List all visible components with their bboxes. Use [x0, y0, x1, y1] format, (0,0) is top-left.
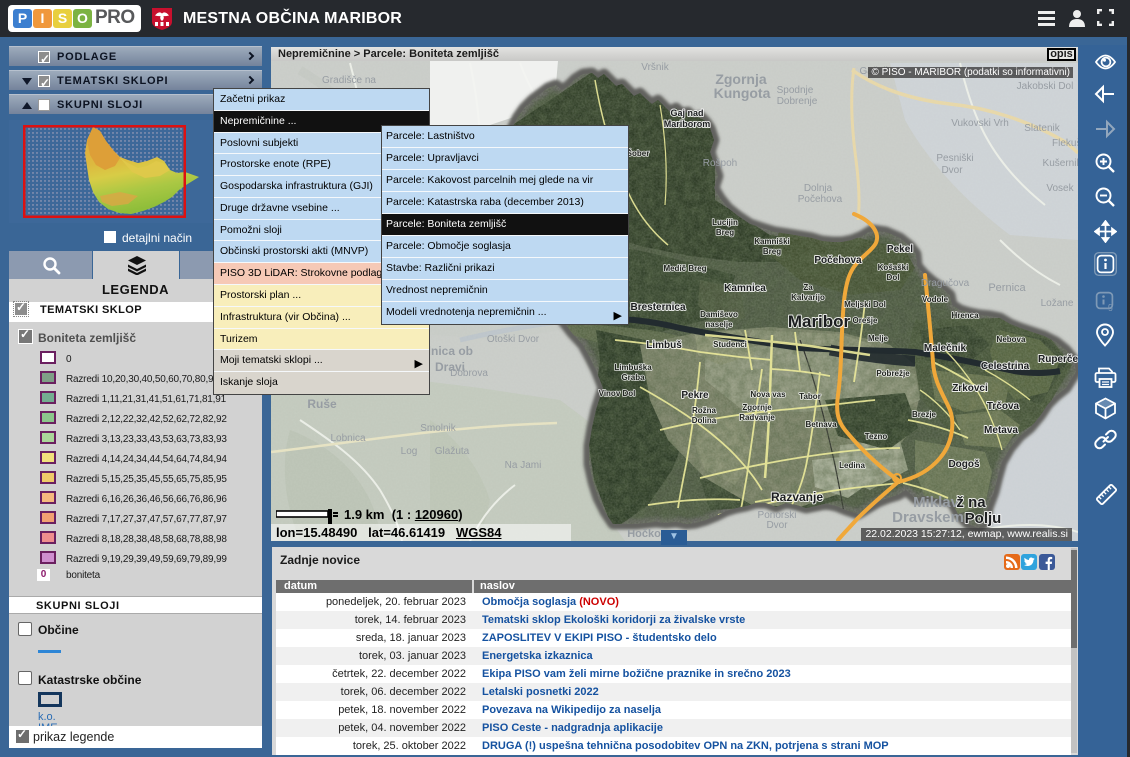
svg-text:Glažuta: Glažuta [435, 446, 470, 457]
svg-text:ž na: ž na [956, 494, 986, 511]
svg-text:Studenci: Studenci [713, 340, 747, 349]
svg-text:Nebova: Nebova [997, 335, 1026, 344]
svg-text:Košaški: Košaški [878, 263, 909, 272]
svg-text:Dravskem: Dravskem [892, 509, 964, 526]
svg-text:Kamniški: Kamniški [754, 237, 790, 246]
svg-text:Spodnje: Spodnje [777, 85, 814, 96]
svg-text:Dogoš: Dogoš [948, 459, 980, 470]
svg-text:Lucijin: Lucijin [712, 218, 738, 227]
svg-text:Dvor: Dvor [766, 520, 788, 531]
svg-text:Breg: Breg [763, 247, 781, 256]
svg-text:Meljski Dol: Meljski Dol [844, 300, 886, 309]
svg-text:Lobnica: Lobnica [330, 433, 365, 444]
svg-text:Kalvarijo: Kalvarijo [791, 293, 825, 302]
svg-text:g: g [1108, 301, 1113, 311]
svg-text:Dolina: Dolina [692, 416, 717, 425]
svg-text:Nova vas: Nova vas [750, 390, 786, 399]
svg-text:Limbuš: Limbuš [646, 340, 682, 351]
svg-text:Metava: Metava [984, 425, 1018, 436]
svg-text:Otoški Dvor: Otoški Dvor [487, 334, 540, 345]
svg-text:Polju: Polju [965, 510, 1002, 527]
svg-text:Pekel: Pekel [887, 244, 913, 255]
svg-text:Ledina: Ledina [839, 461, 865, 470]
svg-text:Zgornje: Zgornje [742, 403, 772, 412]
svg-text:Log: Log [401, 446, 418, 457]
svg-text:Tabor: Tabor [799, 392, 821, 401]
svg-text:Medič Breg: Medič Breg [663, 264, 706, 273]
svg-text:Celestrina: Celestrina [981, 361, 1030, 372]
svg-text:Vršnik: Vršnik [641, 62, 669, 73]
svg-text:Dolnja: Dolnja [804, 183, 833, 194]
svg-text:Hočko: Hočko [627, 528, 661, 540]
svg-text:Brezje: Brezje [912, 410, 937, 419]
svg-text:Bresternica: Bresternica [630, 302, 685, 313]
svg-text:Počehova: Počehova [798, 194, 843, 205]
svg-text:Pesniški: Pesniški [936, 153, 973, 164]
svg-text:Graba: Graba [621, 373, 645, 382]
svg-text:Vukovski Vrh: Vukovski Vrh [951, 118, 1009, 129]
svg-text:Hrenca: Hrenca [951, 311, 979, 320]
svg-text:Smolnik: Smolnik [420, 423, 457, 434]
svg-text:Mariborom: Mariborom [664, 119, 711, 129]
svg-text:Rošpoh: Rošpoh [703, 158, 737, 169]
svg-text:Pekre: Pekre [681, 390, 709, 401]
svg-text:Betnava: Betnava [805, 420, 837, 429]
svg-text:Breg: Breg [716, 228, 734, 237]
svg-text:Šober: Šober [627, 149, 650, 158]
svg-text:Kungota: Kungota [714, 85, 771, 101]
svg-text:Dvor: Dvor [941, 165, 963, 176]
svg-text:Za: Za [803, 283, 813, 292]
svg-text:Flekušek: Flekušek [1052, 138, 1078, 149]
svg-text:Na Jami: Na Jami [505, 460, 542, 471]
svg-text:Razvanje: Razvanje [771, 490, 823, 504]
svg-text:Vodole: Vodole [922, 295, 949, 304]
svg-text:naselje: naselje [705, 320, 733, 329]
svg-text:Melje: Melje [868, 334, 889, 343]
svg-text:Kamnica: Kamnica [724, 283, 766, 294]
svg-text:Limbuška: Limbuška [614, 363, 652, 372]
svg-text:Pobrežje: Pobrežje [876, 369, 910, 378]
svg-text:Dragučova: Dragučova [921, 278, 970, 289]
svg-text:Ruperče: Ruperče [1038, 354, 1078, 365]
svg-text:Malečnik: Malečnik [924, 343, 967, 354]
svg-text:Kušernik: Kušernik [1043, 158, 1078, 169]
svg-text:Počehova: Počehova [814, 255, 862, 266]
svg-text:Vinov Dol: Vinov Dol [599, 389, 636, 398]
svg-text:Dobrenje: Dobrenje [777, 96, 818, 107]
svg-text:Tezno: Tezno [865, 432, 888, 441]
svg-text:Ruše: Ruše [307, 397, 337, 411]
svg-text:Orešje: Orešje [853, 316, 878, 325]
svg-text:Pernica: Pernica [988, 282, 1026, 294]
svg-text:Maribor: Maribor [788, 312, 851, 331]
svg-text:Dravi: Dravi [435, 360, 465, 374]
svg-text:Radvanje: Radvanje [739, 413, 775, 422]
svg-text:Vosek: Vosek [1046, 183, 1074, 194]
svg-text:Zrkovci: Zrkovci [952, 383, 988, 394]
svg-text:Slatenik: Slatenik [1024, 123, 1061, 134]
svg-text:Gaj nad: Gaj nad [670, 108, 703, 118]
svg-text:Trčova: Trčova [987, 401, 1020, 412]
svg-text:Ložane: Ložane [1041, 298, 1074, 309]
svg-text:Jakobski Dol: Jakobski Dol [1017, 81, 1074, 92]
svg-text:Gradišče na: Gradišče na [322, 75, 376, 86]
svg-text:Rožna: Rožna [692, 406, 717, 415]
svg-text:Damiševo: Damiševo [700, 310, 738, 319]
svg-text:Dol: Dol [887, 273, 900, 282]
